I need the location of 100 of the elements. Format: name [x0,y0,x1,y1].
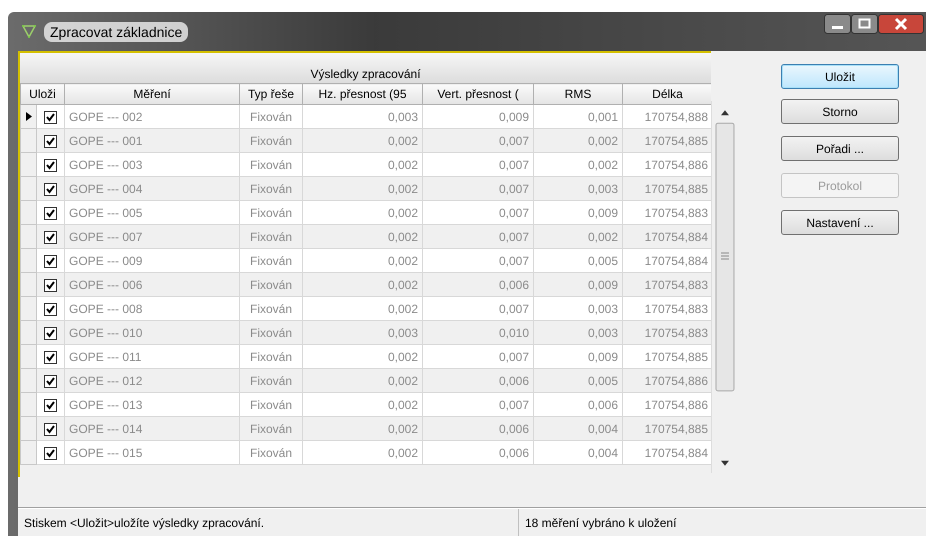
table-cell: 0,006 [534,392,623,416]
checkbox[interactable] [44,350,57,364]
table-cell: 0,001 [534,104,623,128]
table-cell: Fixován [240,344,303,368]
table-cell: 0,006 [422,368,534,392]
table-cell: 170754,883 [622,272,712,296]
column-header[interactable]: Vert. přesnost ( [422,84,534,104]
table-cell: 170754,883 [622,320,712,344]
table-cell: 170754,883 [622,296,712,320]
group-header: Výsledky zpracování [310,67,421,83]
table-cell: 0,007 [422,296,534,320]
table-cell: GOPE --- 014 [64,416,240,440]
column-header[interactable]: RMS [534,84,623,104]
checkbox[interactable] [44,110,57,124]
table-cell: 170754,885 [622,128,712,152]
table-cell: 0,003 [534,320,623,344]
maximize-button[interactable] [851,14,878,34]
table-cell: 0,007 [422,344,534,368]
checkbox[interactable] [44,230,57,244]
table-cell: 0,006 [422,272,534,296]
table-cell: 0,007 [422,248,534,272]
table-cell: Fixován [240,368,303,392]
table-cell: 0,007 [422,176,534,200]
table-cell: Fixován [240,296,303,320]
table-cell: 170754,885 [622,344,712,368]
table-cell: GOPE --- 008 [64,296,240,320]
table-cell: 170754,886 [622,152,712,176]
table-cell: Fixován [240,104,303,128]
table-cell: 0,002 [534,128,623,152]
table-cell: Fixován [240,224,303,248]
table-cell: 0,002 [302,296,423,320]
table-cell: 170754,884 [622,440,712,464]
table-cell: Fixován [240,200,303,224]
table-cell: 0,007 [422,152,534,176]
table-cell: 0,009 [534,200,623,224]
table-cell: GOPE --- 011 [64,344,240,368]
table-cell: 0,007 [422,200,534,224]
checkbox[interactable] [44,254,57,268]
table-cell: 0,003 [302,104,423,128]
table-cell: 0,002 [534,224,623,248]
table-cell: 0,004 [534,416,623,440]
status-message: Stiskem <Uložit>uložíte výsledky zpracování. [23,516,266,530]
table-cell: 0,006 [422,440,534,464]
table-cell: Fixován [240,152,303,176]
checkbox[interactable] [44,134,57,148]
table-cell: GOPE --- 001 [64,128,240,152]
dialog-button[interactable]: Uložit [781,64,899,89]
window-title: Zpracovat základnice [44,22,188,42]
table-cell: 0,002 [302,176,423,200]
table-cell: GOPE --- 004 [64,176,240,200]
checkbox[interactable] [44,182,57,196]
dialog-button[interactable]: Storno [781,99,899,124]
table-cell: 0,002 [302,200,423,224]
table-cell: GOPE --- 012 [64,368,240,392]
table-cell: Fixován [240,440,303,464]
table-cell: GOPE --- 005 [64,200,240,224]
table-cell: GOPE --- 006 [64,272,240,296]
selection-count: 18 měření vybráno k uložení [524,516,678,530]
table-cell: 170754,884 [622,248,712,272]
table-cell: 0,006 [422,416,534,440]
table-cell: 0,002 [302,272,423,296]
close-button[interactable] [878,14,924,34]
column-header[interactable]: Hz. přesnost (95 [302,84,423,104]
table-cell: 0,002 [302,224,423,248]
dialog-button[interactable]: Nastavení ... [781,210,899,235]
table-cell: 170754,883 [622,200,712,224]
table-cell: 0,002 [302,248,423,272]
checkbox[interactable] [44,374,57,388]
table-cell: 0,005 [534,248,623,272]
table-cell: 0,003 [302,320,423,344]
table-cell: Fixován [240,272,303,296]
column-header[interactable]: Typ řeše [240,84,303,104]
dialog-button[interactable]: Pořadi ... [781,136,899,161]
table-cell: 170754,885 [622,416,712,440]
table-cell: Fixován [240,392,303,416]
table-cell: 0,007 [422,392,534,416]
table-cell: GOPE --- 002 [64,104,240,128]
table-cell: 0,003 [534,176,623,200]
checkbox[interactable] [44,206,57,220]
column-header[interactable]: Uloži [20,84,65,104]
checkbox[interactable] [44,326,57,340]
checkbox[interactable] [44,158,57,172]
checkbox[interactable] [44,422,57,436]
table-cell: 0,005 [534,368,623,392]
checkbox[interactable] [44,302,57,316]
checkbox[interactable] [44,278,57,292]
table-cell: 170754,888 [622,104,712,128]
table-cell: 0,003 [534,296,623,320]
table-cell: 0,009 [534,344,623,368]
checkbox[interactable] [44,446,57,460]
table-cell: 0,007 [422,128,534,152]
minimize-button[interactable] [824,14,851,34]
triangle-icon [22,25,36,38]
checkbox[interactable] [44,398,57,412]
table-cell: 170754,886 [622,392,712,416]
table-cell: GOPE --- 013 [64,392,240,416]
column-header[interactable]: Měření [64,84,240,104]
table-cell: 0,010 [422,320,534,344]
table-cell: Fixován [240,248,303,272]
column-header[interactable]: Délka [622,84,712,104]
